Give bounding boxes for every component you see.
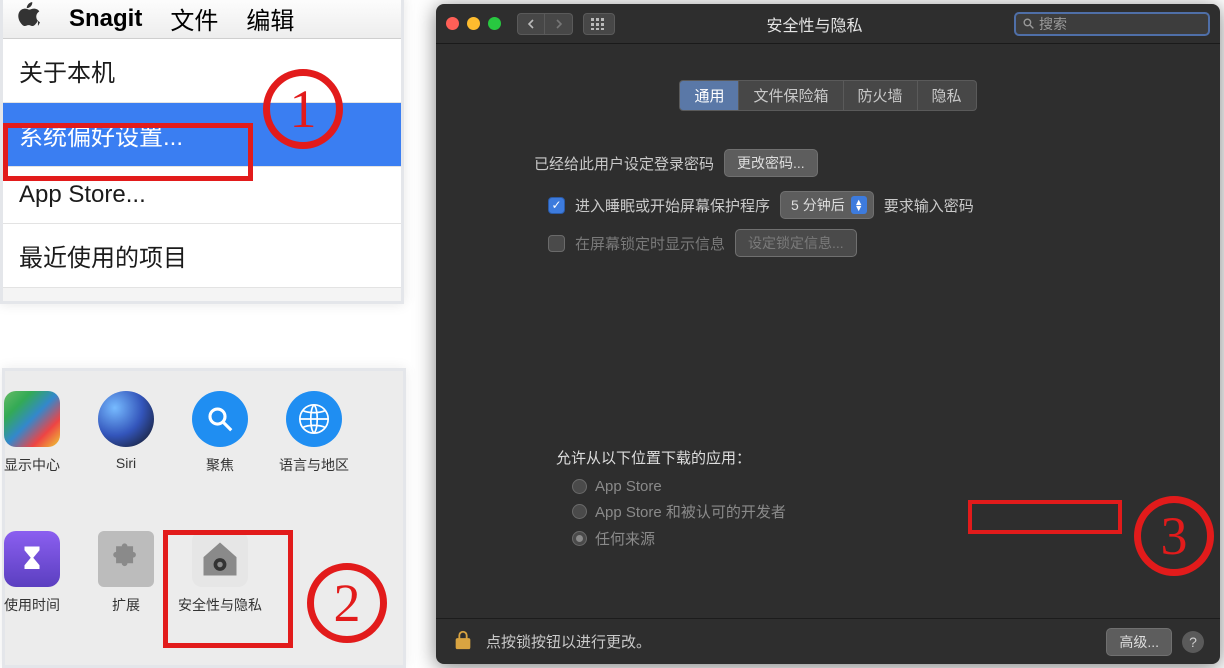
pref-label: 使用时间 (4, 595, 60, 615)
pref-siri[interactable]: Siri (79, 391, 173, 501)
menu-recent-items[interactable]: 最近使用的项目 (3, 224, 401, 288)
radio-label: App Store 和被认可的开发者 (595, 501, 786, 522)
menubar-file[interactable]: 文件 (170, 1, 218, 36)
radio-icon (572, 479, 587, 494)
pref-spotlight[interactable]: 聚焦 (173, 391, 267, 501)
pref-label: Siri (116, 455, 136, 471)
apple-menu-panel: Snagit 文件 编辑 关于本机 系统偏好设置... App Store...… (0, 0, 404, 304)
show-lock-message-checkbox[interactable] (548, 235, 565, 252)
tabs: 通用 文件保险箱 防火墙 隐私 (436, 80, 1220, 111)
globe-icon (286, 391, 342, 447)
pref-label: 语言与地区 (279, 455, 349, 475)
footer-lock-text: 点按锁按钮以进行更改。 (486, 631, 651, 652)
minimize-window-icon[interactable] (467, 17, 480, 30)
radio-label: App Store (595, 478, 662, 495)
require-password-label: 进入睡眠或开始屏幕保护程序 (575, 195, 770, 216)
apple-logo-icon[interactable] (15, 2, 41, 35)
radio-icon (572, 504, 587, 519)
search-icon (1022, 17, 1035, 30)
preferences-grid: 显示中心 Siri 聚焦 语言与地区 使用时间 (0, 391, 403, 641)
hourglass-icon (4, 531, 60, 587)
forward-button[interactable] (545, 13, 573, 35)
menu-about-this-mac[interactable]: 关于本机 (3, 39, 401, 103)
advanced-button[interactable]: 高级... (1106, 628, 1172, 656)
pref-label: 安全性与隐私 (178, 595, 262, 615)
menubar: Snagit 文件 编辑 (3, 0, 401, 39)
show-lock-message-label: 在屏幕锁定时显示信息 (575, 233, 725, 254)
allow-apps-radio-group: App Store App Store 和被认可的开发者 任何来源 (572, 478, 1160, 549)
pref-display-center[interactable]: 显示中心 (0, 391, 79, 501)
window-title: 安全性与隐私 (625, 12, 1004, 36)
pref-security-privacy[interactable]: 安全性与隐私 (173, 531, 267, 641)
traffic-lights (446, 17, 501, 30)
nav-buttons (517, 13, 573, 35)
require-password-delay-select[interactable]: 5 分钟后 ▲▼ (780, 191, 874, 219)
tab-firewall[interactable]: 防火墙 (844, 80, 918, 111)
radio-identified-developers[interactable]: App Store 和被认可的开发者 (572, 501, 1160, 522)
select-value: 5 分钟后 (791, 195, 845, 215)
require-password-tail-label: 要求输入密码 (884, 195, 974, 216)
pref-language-region[interactable]: 语言与地区 (267, 391, 361, 501)
radio-anywhere[interactable]: 任何来源 (572, 528, 1160, 549)
search-input[interactable]: 搜索 (1014, 12, 1210, 36)
menubar-appname[interactable]: Snagit (69, 5, 142, 33)
general-content: 已经给此用户设定登录密码 更改密码... ✓ 进入睡眠或开始屏幕保护程序 5 分… (436, 111, 1220, 549)
help-button[interactable]: ? (1182, 631, 1204, 653)
security-privacy-window: 安全性与隐私 搜索 通用 文件保险箱 防火墙 隐私 已经给此用户设定登录密码 更… (436, 4, 1220, 664)
lock-icon[interactable] (452, 629, 474, 655)
back-button[interactable] (517, 13, 545, 35)
radio-label: 任何来源 (595, 528, 655, 549)
pref-screen-time[interactable]: 使用时间 (0, 531, 79, 641)
titlebar: 安全性与隐私 搜索 (436, 4, 1220, 44)
window-footer: 点按锁按钮以进行更改。 高级... ? (436, 618, 1220, 664)
show-all-button[interactable] (583, 13, 615, 35)
tab-privacy[interactable]: 隐私 (918, 80, 977, 111)
siri-icon (98, 391, 154, 447)
chevron-updown-icon: ▲▼ (851, 196, 867, 214)
menu-app-store[interactable]: App Store... (3, 167, 401, 224)
radio-icon (572, 531, 587, 546)
tab-general[interactable]: 通用 (679, 80, 739, 111)
pref-extensions[interactable]: 扩展 (79, 531, 173, 641)
search-placeholder: 搜索 (1039, 14, 1067, 34)
display-icon (4, 391, 60, 447)
apple-menu: 关于本机 系统偏好设置... App Store... 最近使用的项目 (3, 39, 401, 288)
menubar-edit[interactable]: 编辑 (246, 1, 294, 36)
pref-label: 显示中心 (4, 455, 60, 475)
set-lock-message-button: 设定锁定信息... (735, 229, 857, 257)
house-lock-icon (192, 531, 248, 587)
spotlight-icon (192, 391, 248, 447)
close-window-icon[interactable] (446, 17, 459, 30)
radio-app-store[interactable]: App Store (572, 478, 1160, 495)
pref-label: 扩展 (112, 595, 140, 615)
login-password-set-label: 已经给此用户设定登录密码 (534, 153, 714, 174)
zoom-window-icon[interactable] (488, 17, 501, 30)
require-password-checkbox[interactable]: ✓ (548, 197, 565, 214)
system-preferences-panel: 显示中心 Siri 聚焦 语言与地区 使用时间 (2, 368, 406, 668)
menu-system-preferences[interactable]: 系统偏好设置... (3, 103, 401, 167)
allow-apps-title: 允许从以下位置下载的应用： (556, 447, 1160, 468)
change-password-button[interactable]: 更改密码... (724, 149, 818, 177)
puzzle-icon (98, 531, 154, 587)
tab-filevault[interactable]: 文件保险箱 (739, 80, 843, 111)
pref-label: 聚焦 (206, 455, 234, 475)
